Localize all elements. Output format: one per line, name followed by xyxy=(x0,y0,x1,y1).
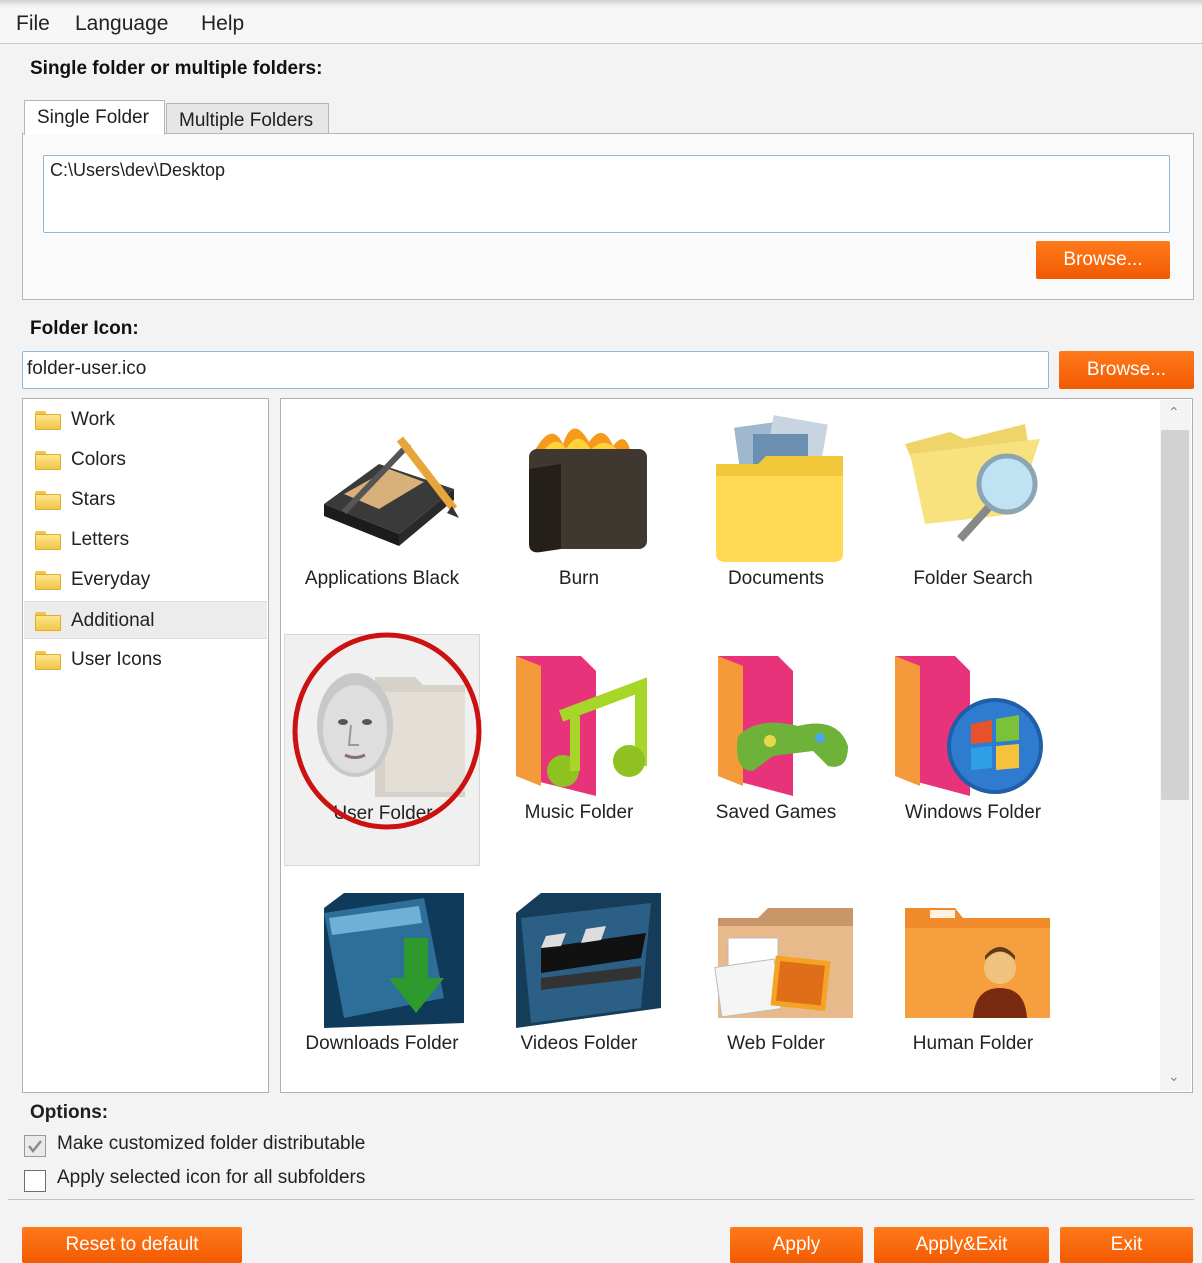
folder-icon xyxy=(35,651,61,670)
category-item-colors[interactable]: Colors xyxy=(24,441,267,479)
category-list: Work Colors Stars Letters Everyday Addit… xyxy=(22,398,269,1093)
browse-icon-button[interactable]: Browse... xyxy=(1059,351,1194,389)
folder-icon-label: Folder Icon: xyxy=(30,318,139,339)
icon-videos-folder[interactable]: Videos Folder xyxy=(481,866,677,1098)
menu-bar: File Language Help xyxy=(0,8,1202,44)
category-item-additional[interactable]: Additional xyxy=(24,601,267,639)
human-folder-icon xyxy=(905,908,1050,1018)
icon-label: Downloads Folder xyxy=(305,1033,459,1054)
icon-label: Human Folder xyxy=(912,1033,1034,1054)
tab-multiple-folders[interactable]: Multiple Folders xyxy=(166,103,329,134)
scroll-up-icon[interactable]: ⌃ xyxy=(1168,404,1180,421)
icon-label: Burn xyxy=(558,568,600,589)
category-label: User Icons xyxy=(71,649,162,670)
category-item-work[interactable]: Work xyxy=(24,401,267,439)
icon-folder-search[interactable]: Folder Search xyxy=(875,402,1071,634)
category-label: Work xyxy=(71,409,115,430)
divider xyxy=(8,1199,1194,1200)
selection-highlight-circle xyxy=(292,632,482,830)
category-label: Colors xyxy=(71,449,126,470)
checkmark-icon xyxy=(28,1140,42,1154)
folder-icon xyxy=(35,571,61,590)
icon-label: Windows Folder xyxy=(904,802,1042,823)
browse-folder-button[interactable]: Browse... xyxy=(1036,241,1170,279)
burn-icon xyxy=(529,428,647,553)
icon-human-folder[interactable]: Human Folder xyxy=(875,866,1071,1098)
icon-downloads-folder[interactable]: Downloads Folder xyxy=(284,866,480,1098)
apply-exit-button[interactable]: Apply&Exit xyxy=(874,1227,1049,1263)
documents-icon xyxy=(716,415,843,562)
videos-folder-icon xyxy=(516,893,661,1028)
category-label: Letters xyxy=(71,529,130,550)
scroll-down-icon[interactable]: ⌄ xyxy=(1168,1068,1180,1085)
subfolders-checkbox[interactable] xyxy=(24,1170,46,1192)
icon-applications-black[interactable]: Applications Black xyxy=(284,402,480,634)
category-label: Additional xyxy=(71,610,155,631)
icon-saved-games[interactable]: Saved Games xyxy=(678,634,874,866)
saved-games-icon xyxy=(718,656,848,796)
apply-button[interactable]: Apply xyxy=(730,1227,863,1263)
music-folder-icon xyxy=(516,656,647,796)
distributable-label: Make customized folder distributable xyxy=(57,1133,366,1154)
folder-icon xyxy=(35,491,61,510)
icon-label: Folder Search xyxy=(913,568,1033,589)
icon-documents[interactable]: Documents xyxy=(678,402,874,634)
folder-icon xyxy=(35,531,61,550)
reset-to-default-button[interactable]: Reset to default xyxy=(22,1227,242,1263)
icon-label: Videos Folder xyxy=(520,1033,638,1054)
icon-web-folder[interactable]: Web Folder xyxy=(678,866,874,1098)
icon-label: Documents xyxy=(727,568,825,589)
icon-user-folder[interactable]: User Folder xyxy=(284,632,482,866)
applications-black-icon xyxy=(324,436,459,546)
icon-label: Web Folder xyxy=(727,1033,825,1054)
tab-single-folder[interactable]: Single Folder xyxy=(24,100,165,135)
icon-windows-folder[interactable]: Windows Folder xyxy=(875,634,1071,866)
downloads-folder-icon xyxy=(324,893,464,1028)
category-item-stars[interactable]: Stars xyxy=(24,481,267,519)
category-label: Everyday xyxy=(71,569,151,590)
folder-icon xyxy=(35,451,61,470)
options-label: Options: xyxy=(30,1102,109,1123)
menu-file[interactable]: File xyxy=(16,12,50,36)
category-item-letters[interactable]: Letters xyxy=(24,521,267,559)
icon-label: Saved Games xyxy=(715,802,837,823)
icon-burn[interactable]: Burn xyxy=(481,402,677,634)
folder-search-icon xyxy=(905,424,1040,542)
windows-folder-icon xyxy=(895,656,1043,796)
icon-label: Music Folder xyxy=(524,802,634,823)
folder-icon-field[interactable]: folder-user.ico xyxy=(22,351,1049,389)
scrollbar-thumb[interactable] xyxy=(1161,430,1189,800)
folder-icon xyxy=(35,411,61,430)
icon-label: Applications Black xyxy=(304,568,460,589)
icon-music-folder[interactable]: Music Folder xyxy=(481,634,677,866)
category-item-everyday[interactable]: Everyday xyxy=(24,561,267,599)
exit-button[interactable]: Exit xyxy=(1060,1227,1193,1263)
folder-icon xyxy=(35,612,61,631)
distributable-checkbox[interactable] xyxy=(24,1135,46,1157)
menu-help[interactable]: Help xyxy=(201,12,244,36)
folders-section-label: Single folder or multiple folders: xyxy=(30,58,323,79)
category-label: Stars xyxy=(71,489,116,510)
menu-language[interactable]: Language xyxy=(75,12,168,36)
folder-path-field[interactable]: C:\Users\dev\Desktop xyxy=(43,155,1170,233)
category-item-user-icons[interactable]: User Icons xyxy=(24,641,267,679)
web-folder-icon xyxy=(714,908,853,1018)
subfolders-label: Apply selected icon for all subfolders xyxy=(57,1167,366,1188)
window-top-shadow xyxy=(0,0,1202,6)
